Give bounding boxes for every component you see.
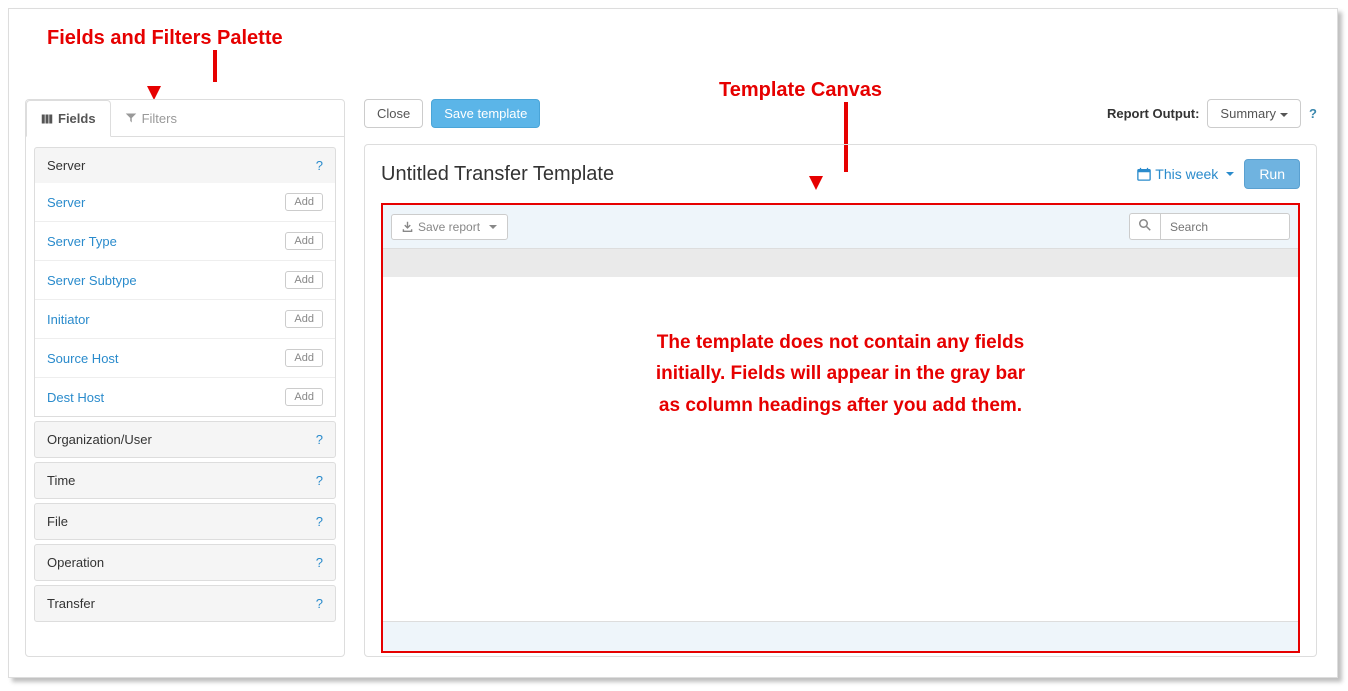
help-icon[interactable]: ? <box>1309 106 1317 121</box>
add-field-button[interactable]: Add <box>285 193 323 211</box>
field-link[interactable]: Server Subtype <box>47 273 137 288</box>
field-link[interactable]: Server Type <box>47 234 117 249</box>
add-field-button[interactable]: Add <box>285 388 323 406</box>
add-field-button[interactable]: Add <box>285 271 323 289</box>
group-header-organization-user[interactable]: Organization/User ? <box>34 421 336 458</box>
close-button[interactable]: Close <box>364 99 423 128</box>
report-toolbar: Save report <box>383 205 1298 249</box>
canvas-header-row: Untitled Transfer Template This week Run <box>381 159 1300 189</box>
group-header-operation[interactable]: Operation ? <box>34 544 336 581</box>
group-header-file[interactable]: File ? <box>34 503 336 540</box>
column-headings-bar <box>383 249 1298 277</box>
help-icon[interactable]: ? <box>316 158 323 173</box>
save-template-button[interactable]: Save template <box>431 99 540 128</box>
group-label: File <box>47 514 68 529</box>
template-title[interactable]: Untitled Transfer Template <box>381 163 1137 186</box>
group-label: Time <box>47 473 75 488</box>
run-button[interactable]: Run <box>1244 159 1300 189</box>
field-groups-accordion[interactable]: Server ? Server Add Server Type Add Serv… <box>34 147 336 657</box>
palette-tabs: Fields Filters <box>26 100 344 137</box>
add-field-button[interactable]: Add <box>285 232 323 250</box>
group-header-server[interactable]: Server ? <box>34 147 336 183</box>
canvas-footer-bar <box>383 621 1298 651</box>
group-body-server: Server Add Server Type Add Server Subtyp… <box>34 183 336 417</box>
app-frame: Fields and Filters Palette Template Canv… <box>8 8 1338 678</box>
tab-filters-label: Filters <box>142 111 177 126</box>
group-label: Transfer <box>47 596 95 611</box>
help-icon[interactable]: ? <box>316 514 323 529</box>
group-label: Organization/User <box>47 432 152 447</box>
tab-filters[interactable]: Filters <box>111 100 191 136</box>
canvas-toolbar: Close Save template Report Output: Summa… <box>364 99 1317 128</box>
filter-icon <box>125 112 137 124</box>
help-icon[interactable]: ? <box>316 555 323 570</box>
add-field-button[interactable]: Add <box>285 310 323 328</box>
field-row: Dest Host Add <box>35 378 335 416</box>
field-row: Server Type Add <box>35 222 335 261</box>
field-row: Source Host Add <box>35 339 335 378</box>
group-header-time[interactable]: Time ? <box>34 462 336 499</box>
add-field-button[interactable]: Add <box>285 349 323 367</box>
report-output-label: Report Output: <box>1107 106 1199 121</box>
annotation-empty-note: The template does not contain any fields… <box>383 277 1298 421</box>
field-row: Server Subtype Add <box>35 261 335 300</box>
group-header-transfer[interactable]: Transfer ? <box>34 585 336 622</box>
search-icon[interactable] <box>1129 213 1160 240</box>
save-report-button[interactable]: Save report <box>391 214 508 240</box>
group-label: Operation <box>47 555 104 570</box>
date-range-picker[interactable]: This week <box>1137 166 1234 182</box>
calendar-icon <box>1137 167 1151 181</box>
tab-fields[interactable]: Fields <box>26 100 111 137</box>
template-canvas: Untitled Transfer Template This week Run… <box>364 144 1317 657</box>
canvas-body: Save report The template does not contai… <box>381 203 1300 653</box>
group-label: Server <box>47 158 85 173</box>
field-link[interactable]: Source Host <box>47 351 119 366</box>
help-icon[interactable]: ? <box>316 432 323 447</box>
download-icon <box>402 221 413 232</box>
annotation-palette-label: Fields and Filters Palette <box>47 27 283 100</box>
fields-filters-palette: Fields Filters Server ? Server Add Serve… <box>25 99 345 657</box>
tab-fields-label: Fields <box>58 111 96 126</box>
field-row: Initiator Add <box>35 300 335 339</box>
help-icon[interactable]: ? <box>316 596 323 611</box>
search-group <box>1129 213 1290 240</box>
help-icon[interactable]: ? <box>316 473 323 488</box>
columns-icon <box>41 113 53 125</box>
report-output-select[interactable]: Summary <box>1207 99 1301 128</box>
search-input[interactable] <box>1160 213 1290 240</box>
field-row: Server Add <box>35 183 335 222</box>
field-link[interactable]: Dest Host <box>47 390 104 405</box>
field-link[interactable]: Initiator <box>47 312 90 327</box>
field-link[interactable]: Server <box>47 195 85 210</box>
